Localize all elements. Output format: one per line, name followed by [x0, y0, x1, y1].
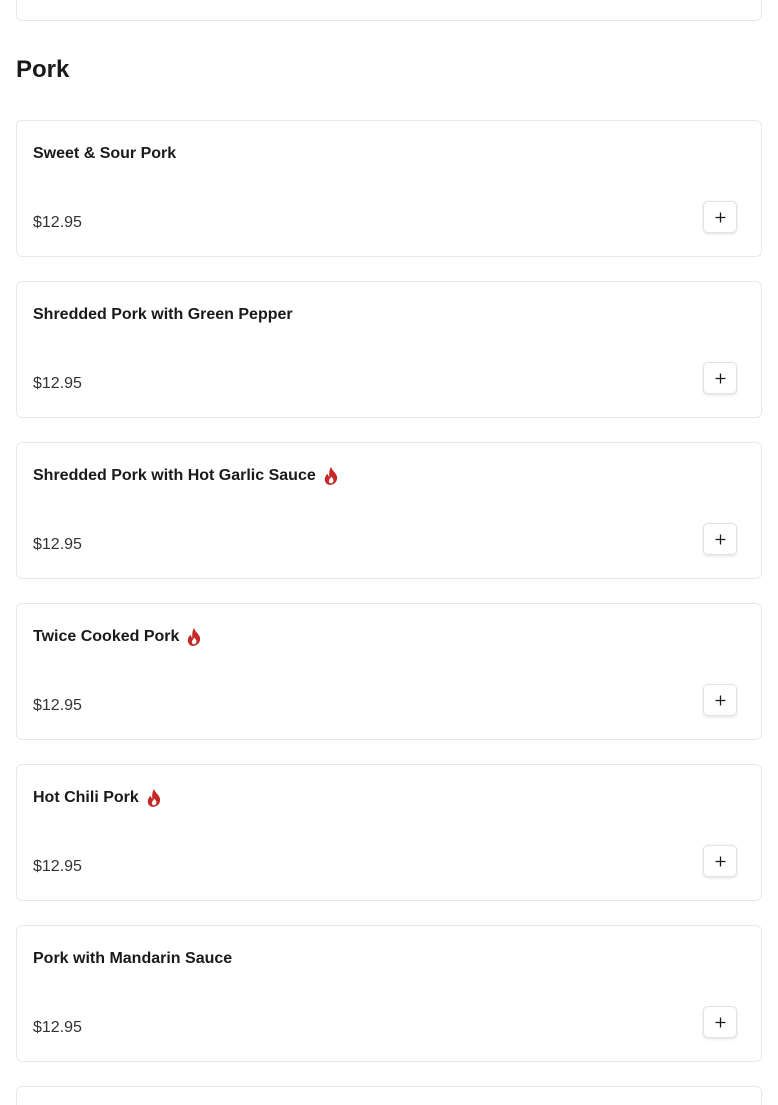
menu-item-card[interactable]: Pork with Mandarin Sauce $12.95 — [16, 925, 762, 1062]
menu-item-card[interactable]: Twice Cooked Pork $12.95 — [16, 603, 762, 740]
add-item-button[interactable] — [703, 362, 737, 394]
add-item-button[interactable] — [703, 523, 737, 555]
item-name-row: Hot Chili Pork — [33, 787, 162, 809]
item-name-row: Shredded Pork with Hot Garlic Sauce — [33, 465, 339, 487]
item-price: $12.95 — [33, 536, 82, 553]
menu-item-card[interactable]: Hot Chili Pork $12.95 — [16, 764, 762, 901]
menu-item-card-previous[interactable] — [16, 0, 762, 21]
menu-item-card[interactable]: Shredded Pork with Hot Garlic Sauce $12.… — [16, 442, 762, 579]
item-price: $12.95 — [33, 858, 82, 875]
menu-item-card[interactable]: Shredded Pork with Green Pepper $12.95 — [16, 281, 762, 418]
add-item-button[interactable] — [703, 684, 737, 716]
section-title: Pork — [16, 56, 70, 83]
item-name: Shredded Pork with Hot Garlic Sauce — [33, 467, 316, 484]
plus-icon — [715, 695, 725, 705]
plus-icon — [715, 373, 725, 383]
item-name: Hot Chili Pork — [33, 789, 139, 806]
item-name-row: Shredded Pork with Green Pepper — [33, 304, 293, 326]
plus-icon — [715, 212, 725, 222]
item-price: $12.95 — [33, 1019, 82, 1036]
add-item-button[interactable] — [703, 1006, 737, 1038]
item-name: Pork with Mandarin Sauce — [33, 950, 233, 967]
flame-icon — [146, 788, 162, 808]
plus-icon — [715, 1017, 725, 1027]
item-price: $12.95 — [33, 214, 82, 231]
item-price: $12.95 — [33, 697, 82, 714]
item-price: $12.95 — [33, 375, 82, 392]
item-name: Sweet & Sour Pork — [33, 145, 177, 162]
add-item-button[interactable] — [703, 201, 737, 233]
flame-icon — [186, 627, 202, 647]
menu-item-card-next[interactable] — [16, 1086, 762, 1105]
add-item-button[interactable] — [703, 845, 737, 877]
menu-page: Pork Sweet & Sour Pork $12.95 Shredded P… — [0, 0, 778, 1105]
item-name-row: Twice Cooked Pork — [33, 626, 202, 648]
plus-icon — [715, 856, 725, 866]
item-name: Twice Cooked Pork — [33, 628, 180, 645]
plus-icon — [715, 534, 725, 544]
flame-icon — [323, 466, 339, 486]
item-name-row: Sweet & Sour Pork — [33, 143, 176, 165]
item-name: Shredded Pork with Green Pepper — [33, 306, 293, 323]
menu-item-card[interactable]: Sweet & Sour Pork $12.95 — [16, 120, 762, 257]
item-name-row: Pork with Mandarin Sauce — [33, 948, 232, 970]
